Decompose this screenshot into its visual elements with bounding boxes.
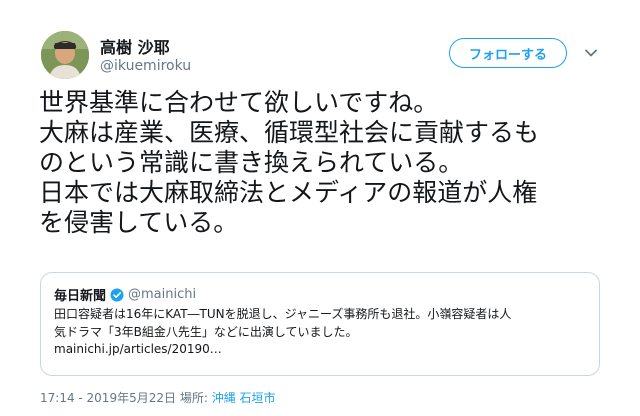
timestamp[interactable]: 17:14 - 2019年5月22日 <box>40 391 176 405</box>
tweet-text-line: のという常識に書き換えられている。 <box>39 148 464 177</box>
chevron-down-icon[interactable] <box>584 46 598 60</box>
quoted-tweet-text: 田口容疑者は16年にKAT―TUNを脱退し、ジャニーズ事務所も退社。小嶺容疑者は… <box>54 305 594 341</box>
tweet-text-line: 大麻は産業、医療、循環型社会に貢献するも <box>39 118 540 147</box>
verified-badge-icon <box>110 288 124 301</box>
quoted-tweet-header: 毎日新聞 @mainichi <box>54 285 196 304</box>
tweet-text-line: 日本では大麻取締法とメディアの報道が人権 <box>39 178 538 207</box>
tweet-text: 世界基準に合わせて欲しいですね。 大麻は産業、医療、循環型社会に貢献するも のと… <box>39 88 619 238</box>
tweet-text-line: 世界基準に合わせて欲しいですね。 <box>39 88 439 117</box>
tweet-card: 高樹 沙耶 @ikuemiroku フォローする 世界基準に合わせて欲しいですね… <box>0 0 640 416</box>
place-label: 場所: <box>179 391 208 405</box>
quoted-text-line: 気ドラマ「3年B組金八先生」などに出演していました。 <box>54 325 358 339</box>
avatar-photo <box>41 31 89 79</box>
author-handle[interactable]: @ikuemiroku <box>100 58 191 74</box>
tweet-text-line: を侵害している。 <box>39 208 239 237</box>
quoted-tweet[interactable]: 毎日新聞 @mainichi 田口容疑者は16年にKAT―TUNを脱退し、ジャニ… <box>40 272 600 376</box>
avatar[interactable] <box>41 31 89 79</box>
quoted-tweet-link[interactable]: mainichi.jp/articles/20190… <box>54 342 222 356</box>
quoted-text-line: 田口容疑者は16年にKAT―TUNを脱退し、ジャニーズ事務所も退社。小嶺容疑者は… <box>54 307 512 321</box>
quoted-author-name: 毎日新聞 <box>54 289 107 304</box>
author-name[interactable]: 高樹 沙耶 <box>100 34 170 58</box>
tweet-metadata: 17:14 - 2019年5月22日 場所: 沖縄 石垣市 <box>40 389 276 406</box>
location-link[interactable]: 沖縄 石垣市 <box>212 391 276 405</box>
quoted-author-handle: @mainichi <box>128 287 197 302</box>
follow-button[interactable]: フォローする <box>449 38 567 68</box>
